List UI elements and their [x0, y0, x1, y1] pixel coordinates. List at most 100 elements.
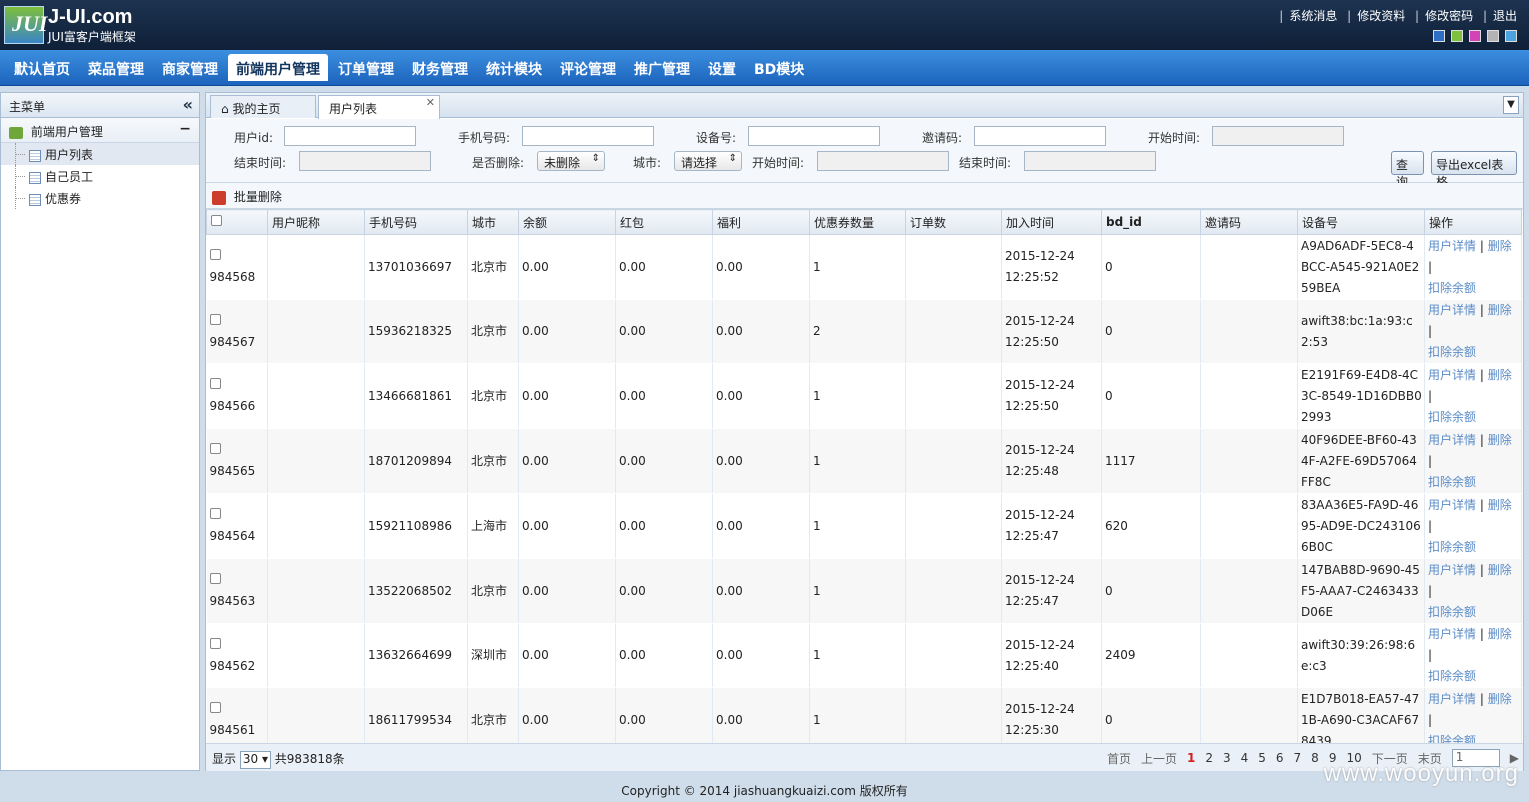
nav-item-7[interactable]: 评论管理 — [552, 54, 624, 81]
row-checkbox[interactable] — [209, 637, 221, 649]
column-header[interactable]: 加入时间 — [1001, 209, 1102, 235]
delete-link[interactable]: 删除 — [1488, 692, 1512, 706]
table-row[interactable]: 984561 18611799534 北京市 0.00 0.00 0.00 1 2015-12… — [206, 687, 1522, 744]
sidebar-item-1[interactable]: 自己员工 — [1, 165, 199, 187]
deduct-balance-link[interactable]: 扣除余额 — [1428, 540, 1476, 554]
row-checkbox[interactable] — [209, 378, 221, 389]
column-header[interactable]: 余额 — [518, 209, 616, 235]
theme-swatch-4[interactable] — [1505, 30, 1517, 42]
user-detail-link[interactable]: 用户详情 — [1428, 303, 1476, 317]
theme-swatch-0[interactable] — [1433, 30, 1445, 42]
tab-user-list[interactable]: 用户列表 ✕ — [318, 95, 440, 119]
column-header[interactable] — [206, 209, 268, 235]
batch-delete-button[interactable]: 批量删除 — [212, 188, 282, 205]
export-excel-button[interactable]: 导出excel表格 — [1431, 151, 1517, 189]
column-header[interactable]: 城市 — [467, 209, 519, 235]
delete-link[interactable]: 删除 — [1488, 627, 1512, 641]
deduct-balance-link[interactable]: 扣除余额 — [1428, 410, 1476, 424]
phone-input[interactable] — [522, 126, 654, 146]
delete-link[interactable]: 删除 — [1488, 303, 1512, 317]
column-header[interactable]: 红包 — [615, 209, 713, 235]
column-header[interactable]: 优惠券数量 — [809, 209, 906, 235]
nav-item-1[interactable]: 菜品管理 — [80, 54, 152, 81]
row-checkbox[interactable] — [209, 508, 221, 519]
column-header[interactable]: 福利 — [712, 209, 810, 235]
nav-item-4[interactable]: 订单管理 — [330, 54, 402, 81]
select-all-checkbox[interactable] — [211, 215, 222, 226]
first-page-link[interactable]: 首页 — [1107, 750, 1131, 767]
table-row[interactable]: 984566 13466681861 北京市 0.00 0.00 0.00 1 2015-12… — [206, 363, 1522, 429]
table-row[interactable]: 984562 13632664699 深圳市 0.00 0.00 0.00 1 2015-12… — [206, 623, 1522, 688]
delete-link[interactable]: 删除 — [1488, 368, 1512, 382]
page-number-link[interactable]: 8 — [1311, 751, 1319, 765]
column-header[interactable]: 手机号码 — [364, 209, 468, 235]
user-detail-link[interactable]: 用户详情 — [1428, 627, 1476, 641]
tab-home[interactable]: ⌂ 我的主页 — [210, 95, 316, 118]
user-id-input[interactable] — [284, 126, 416, 146]
delete-link[interactable]: 删除 — [1488, 239, 1512, 253]
sidebar-item-0[interactable]: 用户列表 — [1, 143, 199, 165]
close-icon[interactable]: ✕ — [426, 96, 435, 109]
end-time2-input[interactable] — [1024, 151, 1156, 171]
theme-swatch-3[interactable] — [1487, 30, 1499, 42]
user-detail-link[interactable]: 用户详情 — [1428, 692, 1476, 706]
deduct-balance-link[interactable]: 扣除余额 — [1428, 605, 1476, 619]
nav-item-0[interactable]: 默认首页 — [6, 54, 78, 81]
user-detail-link[interactable]: 用户详情 — [1428, 498, 1476, 512]
deduct-balance-link[interactable]: 扣除余额 — [1428, 734, 1476, 744]
page-number-link[interactable]: 6 — [1276, 751, 1284, 765]
table-row[interactable]: 984567 15936218325 北京市 0.00 0.00 0.00 2 2015-12… — [206, 299, 1522, 364]
table-row[interactable]: 984568 13701036697 北京市 0.00 0.00 0.00 1 2015-12… — [206, 234, 1522, 300]
nav-item-9[interactable]: 设置 — [700, 54, 744, 81]
invite-input[interactable] — [974, 126, 1106, 146]
delete-link[interactable]: 删除 — [1488, 498, 1512, 512]
edit-profile-link[interactable]: 修改资料 — [1357, 9, 1405, 23]
nav-item-10[interactable]: BD模块 — [746, 54, 812, 81]
collapse-icon[interactable]: « — [183, 95, 193, 114]
page-number-link[interactable]: 5 — [1258, 751, 1266, 765]
device-input[interactable] — [748, 126, 880, 146]
theme-swatch-1[interactable] — [1451, 30, 1463, 42]
column-header[interactable]: 邀请码 — [1200, 209, 1298, 235]
table-row[interactable]: 984565 18701209894 北京市 0.00 0.00 0.00 1 2015-12… — [206, 428, 1522, 494]
page-number-link[interactable]: 3 — [1223, 751, 1231, 765]
column-header[interactable]: 设备号 — [1297, 209, 1425, 235]
end-time-input[interactable] — [299, 151, 431, 171]
sidebar-group[interactable]: 前端用户管理 − — [1, 118, 199, 143]
nav-item-3[interactable]: 前端用户管理 — [228, 54, 328, 81]
page-number-link[interactable]: 7 — [1294, 751, 1302, 765]
row-checkbox[interactable] — [209, 573, 221, 584]
page-number-link[interactable]: 4 — [1241, 751, 1249, 765]
theme-swatch-2[interactable] — [1469, 30, 1481, 42]
change-password-link[interactable]: 修改密码 — [1425, 9, 1473, 23]
user-detail-link[interactable]: 用户详情 — [1428, 563, 1476, 577]
row-checkbox[interactable] — [209, 249, 221, 260]
user-detail-link[interactable]: 用户详情 — [1428, 239, 1476, 253]
nav-item-8[interactable]: 推广管理 — [626, 54, 698, 81]
page-number-link[interactable]: 2 — [1205, 751, 1213, 765]
sidebar-item-2[interactable]: 优惠券 — [1, 187, 199, 209]
start-time-input[interactable] — [1212, 126, 1344, 146]
logout-link[interactable]: 退出 — [1493, 9, 1517, 23]
deduct-balance-link[interactable]: 扣除余额 — [1428, 475, 1476, 489]
chevron-down-icon[interactable]: ▼ — [1503, 96, 1519, 114]
column-header[interactable]: 订单数 — [905, 209, 1002, 235]
nav-item-2[interactable]: 商家管理 — [154, 54, 226, 81]
row-checkbox[interactable] — [209, 313, 221, 325]
column-header[interactable]: 操作 — [1424, 209, 1522, 235]
start-time2-input[interactable] — [817, 151, 949, 171]
table-row[interactable]: 984563 13522068502 北京市 0.00 0.00 0.00 1 2015-12… — [206, 558, 1522, 624]
deduct-balance-link[interactable]: 扣除余额 — [1428, 669, 1476, 683]
deduct-balance-link[interactable]: 扣除余额 — [1428, 345, 1476, 359]
prev-page-link[interactable]: 上一页 — [1141, 750, 1177, 767]
nav-item-6[interactable]: 统计模块 — [478, 54, 550, 81]
row-checkbox[interactable] — [209, 702, 221, 713]
user-detail-link[interactable]: 用户详情 — [1428, 368, 1476, 382]
city-select[interactable]: 请选择 ⇕ — [674, 151, 742, 171]
delete-link[interactable]: 删除 — [1488, 563, 1512, 577]
row-checkbox[interactable] — [209, 443, 221, 454]
page-number-link[interactable]: 1 — [1187, 751, 1195, 765]
table-row[interactable]: 984564 15921108986 上海市 0.00 0.00 0.00 1 2015-12… — [206, 493, 1522, 559]
nav-item-5[interactable]: 财务管理 — [404, 54, 476, 81]
system-messages-link[interactable]: 系统消息 — [1289, 9, 1337, 23]
